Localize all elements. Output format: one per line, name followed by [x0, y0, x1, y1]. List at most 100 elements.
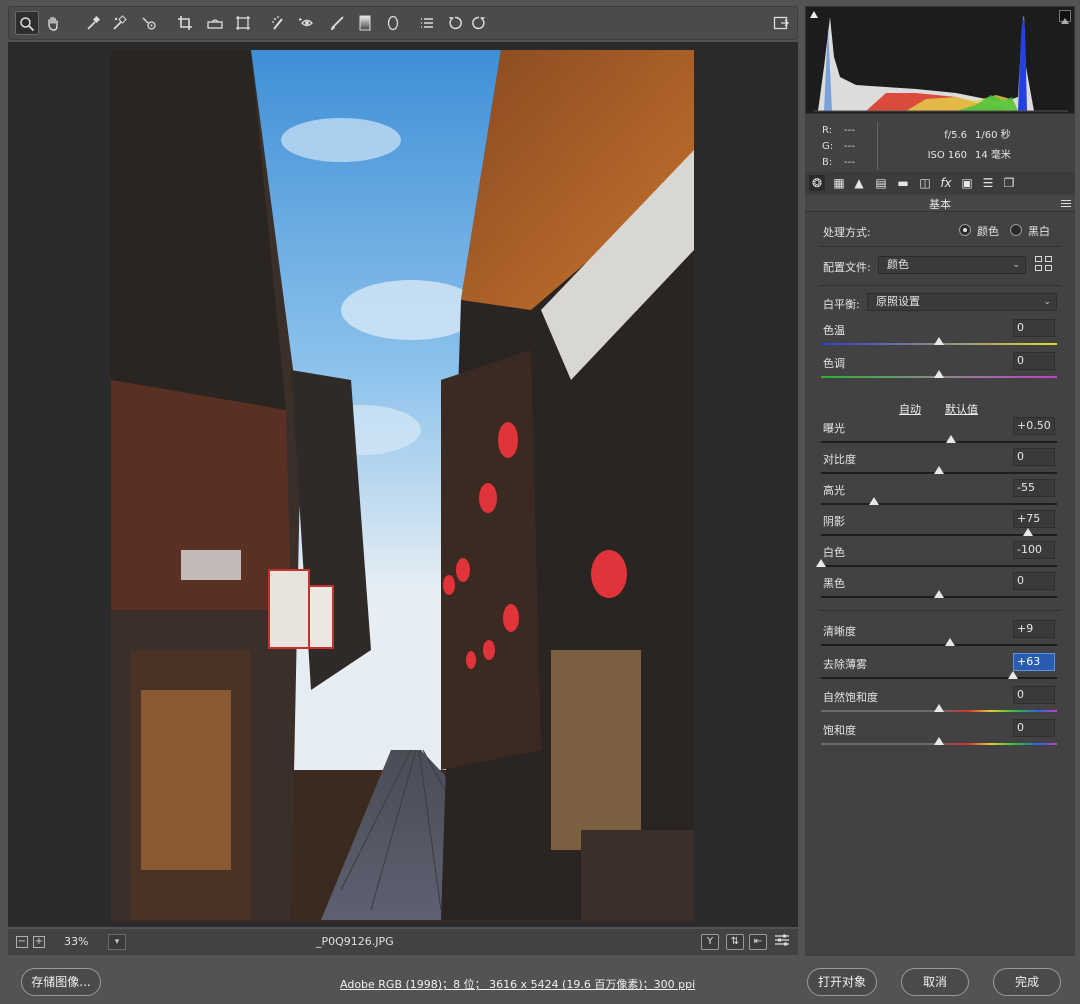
- workflow-options-link[interactable]: Adobe RGB (1998)；8 位； 3616 x 5424 (19.6 …: [340, 976, 695, 992]
- effects-tab-icon[interactable]: fx: [938, 175, 954, 191]
- done-button[interactable]: 完成: [993, 968, 1061, 996]
- treatment-bw-radio[interactable]: [1010, 224, 1022, 236]
- photo-preview[interactable]: [111, 50, 694, 921]
- chevron-down-icon: ⌄: [1043, 297, 1051, 307]
- zoom-icon[interactable]: [15, 11, 39, 35]
- section-title: 基本: [929, 198, 951, 211]
- straighten-icon[interactable]: [203, 11, 227, 35]
- slider-value-field[interactable]: 0: [1013, 572, 1055, 590]
- toggle-fullscreen-icon[interactable]: [769, 11, 793, 35]
- radial-filter-icon[interactable]: [381, 11, 405, 35]
- slider-value-field[interactable]: 0: [1013, 352, 1055, 370]
- shutter: 1/60 秒: [975, 130, 1011, 141]
- slider-thumb[interactable]: [934, 337, 944, 345]
- b-label: B:: [822, 157, 833, 168]
- slider-label: 阴影: [823, 515, 845, 528]
- r-value: ---: [844, 125, 855, 136]
- slider-track[interactable]: [821, 565, 1057, 567]
- zoom-out-button[interactable]: −: [16, 936, 28, 948]
- slider-track[interactable]: [821, 644, 1057, 646]
- slider-thumb[interactable]: [934, 466, 944, 474]
- slider-thumb[interactable]: [934, 590, 944, 598]
- treatment-color-radio[interactable]: [959, 224, 971, 236]
- auto-link[interactable]: 自动: [899, 401, 921, 417]
- save-image-button[interactable]: 存储图像...: [21, 968, 101, 996]
- target-adjust-icon[interactable]: [137, 11, 161, 35]
- slider-label: 色调: [823, 357, 845, 370]
- histogram: [805, 6, 1075, 114]
- preview-canvas[interactable]: [8, 42, 798, 927]
- slider-label: 去除薄雾: [823, 658, 867, 671]
- info-panel: R: --- G: --- B: --- f/5.6 1/60 秒 ISO 160 14 …: [805, 118, 1075, 174]
- slider-track[interactable]: [821, 677, 1057, 679]
- crop-icon[interactable]: [173, 11, 197, 35]
- before-after-icon[interactable]: ⇅: [726, 934, 744, 950]
- rotate-left-icon[interactable]: [443, 11, 467, 35]
- slider-value-field[interactable]: -100: [1013, 541, 1055, 559]
- zoom-dropdown[interactable]: ▾: [108, 934, 126, 950]
- detail-tab-icon[interactable]: ▲: [851, 175, 867, 191]
- split-toning-tab-icon[interactable]: ▬: [895, 175, 911, 191]
- open-object-button[interactable]: 打开对象: [807, 968, 877, 996]
- adjustment-brush-icon[interactable]: [325, 11, 349, 35]
- red-eye-icon[interactable]: [295, 11, 319, 35]
- wb-label: 白平衡:: [823, 298, 860, 311]
- slider-thumb[interactable]: [934, 737, 944, 745]
- focal-length: 14 毫米: [975, 150, 1011, 161]
- rotate-right-icon[interactable]: [467, 11, 491, 35]
- settings-icon[interactable]: [772, 930, 792, 950]
- slider-thumb[interactable]: [1022, 528, 1033, 536]
- hand-icon[interactable]: [41, 11, 65, 35]
- spot-removal-icon[interactable]: [267, 11, 291, 35]
- hsl-tab-icon[interactable]: ▤: [873, 175, 889, 191]
- profile-select[interactable]: 颜色 ⌄: [878, 256, 1026, 274]
- profile-value: 颜色: [887, 258, 909, 271]
- slider-label: 对比度: [823, 453, 856, 466]
- info-divider: [877, 122, 878, 170]
- slider-value-field[interactable]: +75: [1013, 510, 1055, 528]
- slider-value-field[interactable]: +9: [1013, 620, 1055, 638]
- view-y-button[interactable]: Y: [701, 934, 719, 950]
- slider-thumb[interactable]: [945, 435, 956, 443]
- slider-label: 自然饱和度: [823, 691, 878, 704]
- swap-icon[interactable]: ⇤: [749, 934, 767, 950]
- graduated-filter-icon[interactable]: [353, 11, 377, 35]
- color-sampler-icon[interactable]: [107, 11, 131, 35]
- slider-thumb[interactable]: [944, 638, 955, 646]
- slider-thumb[interactable]: [816, 559, 826, 567]
- zoom-in-button[interactable]: +: [33, 936, 45, 948]
- transform-icon[interactable]: [231, 11, 255, 35]
- divider: [819, 285, 1061, 286]
- section-header: 基本: [805, 196, 1075, 212]
- default-link[interactable]: 默认值: [945, 401, 978, 417]
- slider-value-field[interactable]: 0: [1013, 319, 1055, 337]
- slider-value-field[interactable]: -55: [1013, 479, 1055, 497]
- slider-thumb[interactable]: [1008, 671, 1019, 679]
- slider-value-field[interactable]: +0.50: [1013, 417, 1055, 435]
- panel-menu-icon[interactable]: [1061, 198, 1071, 208]
- slider-thumb[interactable]: [869, 497, 880, 505]
- slider-track[interactable]: [821, 503, 1057, 505]
- profile-label: 配置文件:: [823, 261, 871, 274]
- slider-value-field[interactable]: 0: [1013, 686, 1055, 704]
- presets-tab-icon[interactable]: ☰: [980, 175, 996, 191]
- white-balance-icon[interactable]: [81, 11, 105, 35]
- slider-value-field[interactable]: +63: [1013, 653, 1055, 671]
- slider-value-field[interactable]: 0: [1013, 448, 1055, 466]
- slider-label: 高光: [823, 484, 845, 497]
- cancel-button[interactable]: 取消: [901, 968, 969, 996]
- wb-select[interactable]: 原照设置 ⌄: [867, 293, 1057, 311]
- snapshots-tab-icon[interactable]: ❐: [1001, 175, 1017, 191]
- tone-curve-tab-icon[interactable]: ▦: [831, 175, 847, 191]
- right-panel: R: --- G: --- B: --- f/5.6 1/60 秒 ISO 160 14 …: [805, 6, 1075, 956]
- preferences-icon[interactable]: [415, 11, 439, 35]
- basic-tab-icon[interactable]: ❂: [809, 175, 825, 191]
- profile-browser-icon[interactable]: [1035, 256, 1053, 272]
- camera-calibration-tab-icon[interactable]: ▣: [959, 175, 975, 191]
- g-label: G:: [822, 141, 834, 152]
- slider-thumb[interactable]: [934, 704, 944, 712]
- slider-value-field[interactable]: 0: [1013, 719, 1055, 737]
- slider-track[interactable]: [821, 441, 1057, 443]
- slider-thumb[interactable]: [934, 370, 944, 378]
- lens-tab-icon[interactable]: ◫: [917, 175, 933, 191]
